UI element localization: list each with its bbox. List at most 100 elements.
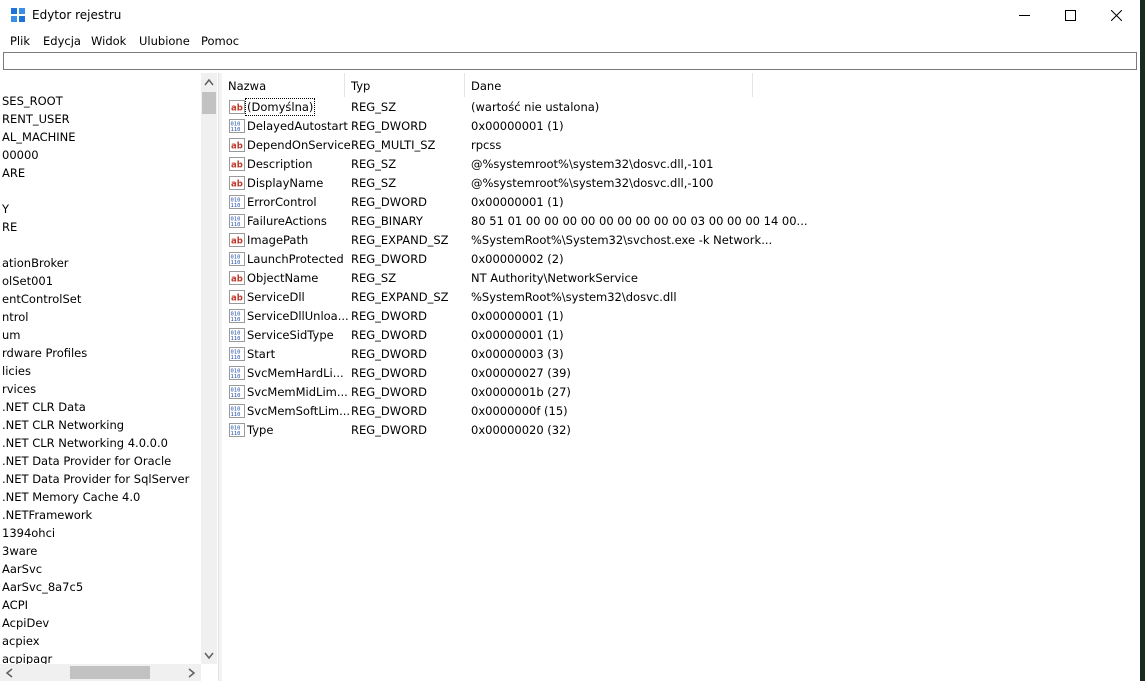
tree-vertical-scrollbar[interactable] xyxy=(201,73,217,664)
scroll-down-icon[interactable] xyxy=(204,652,214,660)
column-header-type[interactable]: Typ xyxy=(345,73,465,97)
value-name: ObjectName xyxy=(247,271,319,285)
tree-item[interactable]: .NET CLR Data xyxy=(2,400,86,414)
tree-item[interactable]: ACPI xyxy=(2,598,28,612)
scroll-left-icon[interactable] xyxy=(5,668,13,678)
menu-edycja[interactable]: Edycja xyxy=(43,34,81,48)
menu-bar: Plik Edycja Widok Ulubione Pomoc xyxy=(0,31,1140,51)
title-bar[interactable]: Edytor rejestru xyxy=(0,0,1140,31)
value-type: REG_BINARY xyxy=(351,214,423,228)
value-row[interactable]: ab Description REG_SZ @%systemroot%\system3… xyxy=(222,155,762,174)
tree-item[interactable]: um xyxy=(2,328,21,342)
tree-item[interactable]: ntrol xyxy=(2,310,29,324)
column-header-data[interactable]: Dane xyxy=(465,73,753,97)
value-row[interactable]: 010 110 LaunchProtected REG_DWORD 0x00000002… xyxy=(222,250,762,269)
tree-item[interactable]: RENT_USER xyxy=(2,112,70,126)
tree-item[interactable]: licies xyxy=(2,364,31,378)
value-row[interactable]: 010 110 DelayedAutostart REG_DWORD 0x0000000… xyxy=(222,117,762,136)
value-row[interactable]: ab DependOnService REG_MULTI_SZ rpcss xyxy=(222,136,762,155)
tree-item[interactable]: .NET Data Provider for Oracle xyxy=(2,454,171,468)
value-data: 0x00000001 (1) xyxy=(471,309,564,323)
svg-text:ab: ab xyxy=(231,180,243,190)
svg-text:110: 110 xyxy=(231,374,241,380)
tree-item[interactable]: SES_ROOT xyxy=(2,94,63,108)
tree-item[interactable]: AcpiDev xyxy=(2,616,49,630)
tree-item[interactable]: rvices xyxy=(2,382,36,396)
tree-item[interactable]: AL_MACHINE xyxy=(2,130,76,144)
tree-vertical-scroll-thumb[interactable] xyxy=(202,92,216,114)
value-type: REG_EXPAND_SZ xyxy=(351,233,449,247)
scroll-right-icon[interactable] xyxy=(188,668,196,678)
value-row[interactable]: ab ObjectName REG_SZ NT Authority\NetworkSe… xyxy=(222,269,762,288)
tree-item[interactable]: AarSvc_8a7c5 xyxy=(2,580,83,594)
value-row[interactable]: 010 110 SvcMemHardLi... REG_DWORD 0x00000027… xyxy=(222,364,762,383)
menu-plik[interactable]: Plik xyxy=(10,34,30,48)
tree-horizontal-scroll-thumb[interactable] xyxy=(70,666,150,679)
value-row[interactable]: 010 110 FailureActions REG_BINARY 80 51 01 0… xyxy=(222,212,808,231)
binary-value-icon: 010 110 xyxy=(229,213,245,229)
value-row[interactable]: ab ServiceDll REG_EXPAND_SZ %SystemRoot%\sy… xyxy=(222,288,762,307)
address-bar[interactable] xyxy=(3,52,1137,70)
binary-value-icon: 010 110 xyxy=(229,308,245,324)
close-button[interactable] xyxy=(1093,0,1139,31)
scroll-up-icon[interactable] xyxy=(204,78,214,86)
value-row[interactable]: 010 110 SvcMemMidLim... REG_DWORD 0x0000001b… xyxy=(222,383,762,402)
binary-value-icon: 010 110 xyxy=(229,384,245,400)
tree-item[interactable]: 00000 xyxy=(2,148,39,162)
value-data: %SystemRoot%\System32\svchost.exe -k Net… xyxy=(471,233,773,247)
binary-value-icon: 010 110 xyxy=(229,327,245,343)
minimize-button[interactable] xyxy=(1001,0,1047,31)
tree-item[interactable]: ARE xyxy=(2,166,25,180)
column-header-name[interactable]: Nazwa xyxy=(222,73,345,97)
tree-item[interactable]: 1394ohci xyxy=(2,526,55,540)
svg-text:110: 110 xyxy=(231,127,241,133)
binary-value-icon: 010 110 xyxy=(229,118,245,134)
value-row[interactable]: 010 110 SvcMemSoftLim... REG_DWORD 0x0000000… xyxy=(222,402,762,421)
tree-item[interactable]: .NET Memory Cache 4.0 xyxy=(2,490,140,504)
value-type: REG_DWORD xyxy=(351,366,428,380)
value-data: 0x00000001 (1) xyxy=(471,328,564,342)
tree-item[interactable]: RE xyxy=(2,220,17,234)
value-row[interactable]: ab ImagePath REG_EXPAND_SZ %SystemRoot%\Sys… xyxy=(222,231,772,250)
tree-item[interactable]: .NET Data Provider for SqlServer xyxy=(2,472,189,486)
value-type: REG_MULTI_SZ xyxy=(351,138,436,152)
value-data: 0x00000001 (1) xyxy=(471,195,564,209)
binary-value-icon: 010 110 xyxy=(229,251,245,267)
tree-item[interactable]: 3ware xyxy=(2,544,37,558)
value-type: REG_DWORD xyxy=(351,309,428,323)
value-row[interactable]: 010 110 ServiceSidType REG_DWORD 0x00000001 … xyxy=(222,326,762,345)
value-name: Type xyxy=(247,423,274,437)
menu-widok[interactable]: Widok xyxy=(91,34,126,48)
key-tree-pane[interactable]: SES_ROOT RENT_USER AL_MACHINE 00000 ARE Y RE at… xyxy=(0,73,218,681)
registry-editor-window: Edytor rejestru Plik Edycja Widok Ulubio… xyxy=(0,0,1140,681)
svg-text:ab: ab xyxy=(231,294,243,304)
tree-item[interactable]: acpiex xyxy=(2,634,40,648)
value-row[interactable]: 010 110 Type REG_DWORD 0x00000020 (32) xyxy=(222,421,762,440)
tree-item[interactable]: AarSvc xyxy=(2,562,42,576)
value-row[interactable]: ab DisplayName REG_SZ @%systemroot%\system3… xyxy=(222,174,762,193)
tree-item[interactable]: ationBroker xyxy=(2,256,69,270)
value-row[interactable]: ab (Domyślna) REG_SZ (wartość nie ustalona) xyxy=(222,98,762,117)
menu-ulubione[interactable]: Ulubione xyxy=(139,34,190,48)
value-name: Description xyxy=(247,157,313,171)
tree-item[interactable]: olSet001 xyxy=(2,274,53,288)
values-list-pane[interactable]: Nazwa Typ Dane ab (Domyślna) REG_SZ (wartoś… xyxy=(222,73,1140,681)
tree-item[interactable]: .NETFramework xyxy=(2,508,92,522)
svg-text:ab: ab xyxy=(231,142,243,152)
svg-text:110: 110 xyxy=(231,222,241,228)
value-type: REG_SZ xyxy=(351,176,397,190)
value-row[interactable]: 010 110 ServiceDllUnloa... REG_DWORD 0x00000… xyxy=(222,307,762,326)
tree-item[interactable]: entControlSet xyxy=(2,292,81,306)
tree-horizontal-scrollbar[interactable] xyxy=(0,664,201,681)
menu-pomoc[interactable]: Pomoc xyxy=(201,34,239,48)
tree-item[interactable]: Y xyxy=(2,202,9,216)
tree-item[interactable]: rdware Profiles xyxy=(2,346,87,360)
value-type: REG_DWORD xyxy=(351,404,428,418)
tree-item[interactable]: .NET CLR Networking xyxy=(2,418,124,432)
value-data: 0x00000002 (2) xyxy=(471,252,564,266)
value-name: DisplayName xyxy=(247,176,324,190)
maximize-button[interactable] xyxy=(1047,0,1093,31)
tree-item[interactable]: .NET CLR Networking 4.0.0.0 xyxy=(2,436,168,450)
value-row[interactable]: 010 110 Start REG_DWORD 0x00000003 (3) xyxy=(222,345,762,364)
value-row[interactable]: 010 110 ErrorControl REG_DWORD 0x00000001 (1… xyxy=(222,193,762,212)
